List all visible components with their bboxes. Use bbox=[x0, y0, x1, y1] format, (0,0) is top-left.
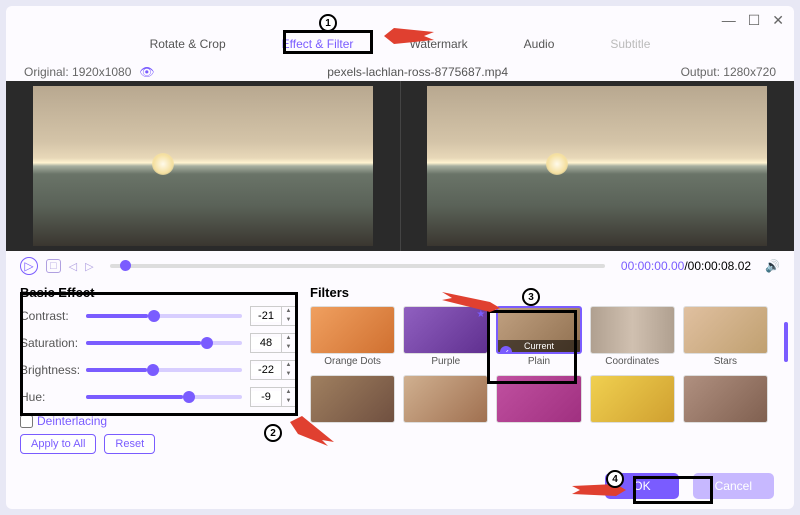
annotation-badge-1: 1 bbox=[319, 14, 337, 32]
filter-item-7[interactable] bbox=[403, 375, 488, 425]
brightness-down-icon[interactable]: ▼ bbox=[282, 370, 295, 379]
brightness-up-icon[interactable]: ▲ bbox=[282, 361, 295, 370]
time-display: 00:00:00.00/00:00:08.02 bbox=[621, 259, 751, 273]
hue-row: Hue: ▲▼ bbox=[20, 387, 298, 407]
filter-item-10[interactable] bbox=[683, 375, 768, 425]
tab-rotate-crop[interactable]: Rotate & Crop bbox=[142, 33, 234, 55]
hue-up-icon[interactable]: ▲ bbox=[282, 388, 295, 397]
preview-original bbox=[6, 81, 400, 251]
filters-title: Filters bbox=[310, 285, 780, 300]
eye-icon[interactable]: 👁 bbox=[139, 65, 154, 79]
tab-audio[interactable]: Audio bbox=[516, 33, 563, 55]
cancel-button[interactable]: Cancel bbox=[693, 473, 774, 499]
maximize-icon[interactable]: ☐ bbox=[748, 12, 761, 29]
footer-buttons: OK Cancel bbox=[605, 473, 774, 499]
annotation-arrow-3 bbox=[442, 290, 502, 312]
filter-orange-dots[interactable]: Orange Dots bbox=[310, 306, 395, 367]
filter-item-9[interactable] bbox=[590, 375, 675, 425]
annotation-badge-4: 4 bbox=[606, 470, 624, 488]
annotation-badge-3: 3 bbox=[522, 288, 540, 306]
contrast-slider[interactable] bbox=[86, 314, 242, 318]
filter-purple[interactable]: ★Purple bbox=[403, 306, 488, 367]
filter-coordinates[interactable]: Coordinates bbox=[590, 306, 675, 367]
brightness-input[interactable] bbox=[251, 364, 281, 376]
saturation-up-icon[interactable]: ▲ bbox=[282, 334, 295, 343]
apply-to-all-button[interactable]: Apply to All bbox=[20, 434, 96, 454]
saturation-row: Saturation: ▲▼ bbox=[20, 333, 298, 353]
deinterlacing-label: Deinterlacing bbox=[37, 414, 107, 428]
timeline-slider[interactable] bbox=[110, 264, 605, 268]
saturation-down-icon[interactable]: ▼ bbox=[282, 343, 295, 352]
hue-down-icon[interactable]: ▼ bbox=[282, 397, 295, 406]
basic-effect-title: Basic Effect bbox=[20, 285, 298, 300]
contrast-down-icon[interactable]: ▼ bbox=[282, 316, 295, 325]
brightness-slider[interactable] bbox=[86, 368, 242, 372]
filter-item-8[interactable] bbox=[496, 375, 581, 425]
play-icon[interactable]: ▷ bbox=[20, 257, 38, 275]
filter-stars[interactable]: Stars bbox=[683, 306, 768, 367]
playback-controls: ▷ □ ◁ ▷ 00:00:00.00/00:00:08.02 🔊 bbox=[6, 251, 794, 281]
hue-input[interactable] bbox=[251, 391, 281, 403]
hue-label: Hue: bbox=[20, 390, 86, 404]
reset-button[interactable]: Reset bbox=[104, 434, 155, 454]
info-bar: Original: 1920x1080 👁 pexels-lachlan-ros… bbox=[6, 63, 794, 81]
contrast-label: Contrast: bbox=[20, 309, 86, 323]
basic-effect-panel: Basic Effect Contrast: ▲▼ Saturation: ▲▼… bbox=[20, 285, 298, 454]
tab-effect-filter[interactable]: Effect & Filter bbox=[274, 33, 362, 55]
annotation-arrow-1 bbox=[384, 26, 434, 46]
prev-frame-icon[interactable]: ◁ bbox=[69, 260, 77, 273]
tab-subtitle: Subtitle bbox=[602, 33, 658, 55]
output-resolution: Output: 1280x720 bbox=[681, 65, 776, 79]
annotation-arrow-2 bbox=[290, 416, 334, 446]
contrast-input[interactable] bbox=[251, 310, 281, 322]
original-resolution: Original: 1920x1080 bbox=[24, 65, 131, 79]
brightness-label: Brightness: bbox=[20, 363, 86, 377]
deinterlacing-row: Deinterlacing bbox=[20, 414, 298, 428]
hue-slider[interactable] bbox=[86, 395, 242, 399]
app-window: — ☐ ✕ Rotate & Crop Effect & Filter Wate… bbox=[6, 6, 794, 509]
contrast-row: Contrast: ▲▼ bbox=[20, 306, 298, 326]
filter-plain[interactable]: Current✓Plain bbox=[496, 306, 581, 367]
filename-label: pexels-lachlan-ross-8775687.mp4 bbox=[155, 65, 681, 79]
contrast-up-icon[interactable]: ▲ bbox=[282, 307, 295, 316]
preview-area bbox=[6, 81, 794, 251]
volume-icon[interactable]: 🔊 bbox=[765, 259, 780, 273]
filter-scrollbar[interactable] bbox=[784, 322, 788, 362]
saturation-slider[interactable] bbox=[86, 341, 242, 345]
minimize-icon[interactable]: — bbox=[722, 12, 736, 29]
next-frame-icon[interactable]: ▷ bbox=[85, 260, 93, 273]
saturation-label: Saturation: bbox=[20, 336, 86, 350]
brightness-row: Brightness: ▲▼ bbox=[20, 360, 298, 380]
check-icon: ✓ bbox=[500, 346, 512, 354]
close-icon[interactable]: ✕ bbox=[772, 12, 784, 29]
stop-icon[interactable]: □ bbox=[46, 259, 61, 273]
saturation-input[interactable] bbox=[251, 337, 281, 349]
annotation-badge-2: 2 bbox=[264, 424, 282, 442]
preview-output bbox=[400, 81, 795, 251]
filters-panel: Filters Orange Dots ★Purple Current✓Plai… bbox=[310, 285, 780, 454]
deinterlacing-checkbox[interactable] bbox=[20, 415, 33, 428]
